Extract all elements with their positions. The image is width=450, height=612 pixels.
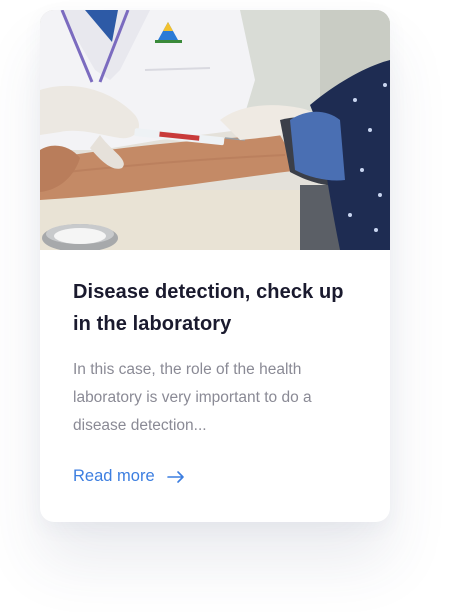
article-card: Disease detection, check up in the labor… — [40, 10, 390, 522]
read-more-label: Read more — [73, 467, 155, 485]
card-content: Disease detection, check up in the labor… — [40, 250, 390, 486]
article-title: Disease detection, check up in the labor… — [73, 281, 344, 335]
article-image — [40, 10, 390, 250]
arrow-right-icon — [166, 470, 184, 483]
read-more-link[interactable]: Read more — [73, 467, 185, 486]
article-excerpt: In this case, the role of the health lab… — [73, 361, 312, 434]
